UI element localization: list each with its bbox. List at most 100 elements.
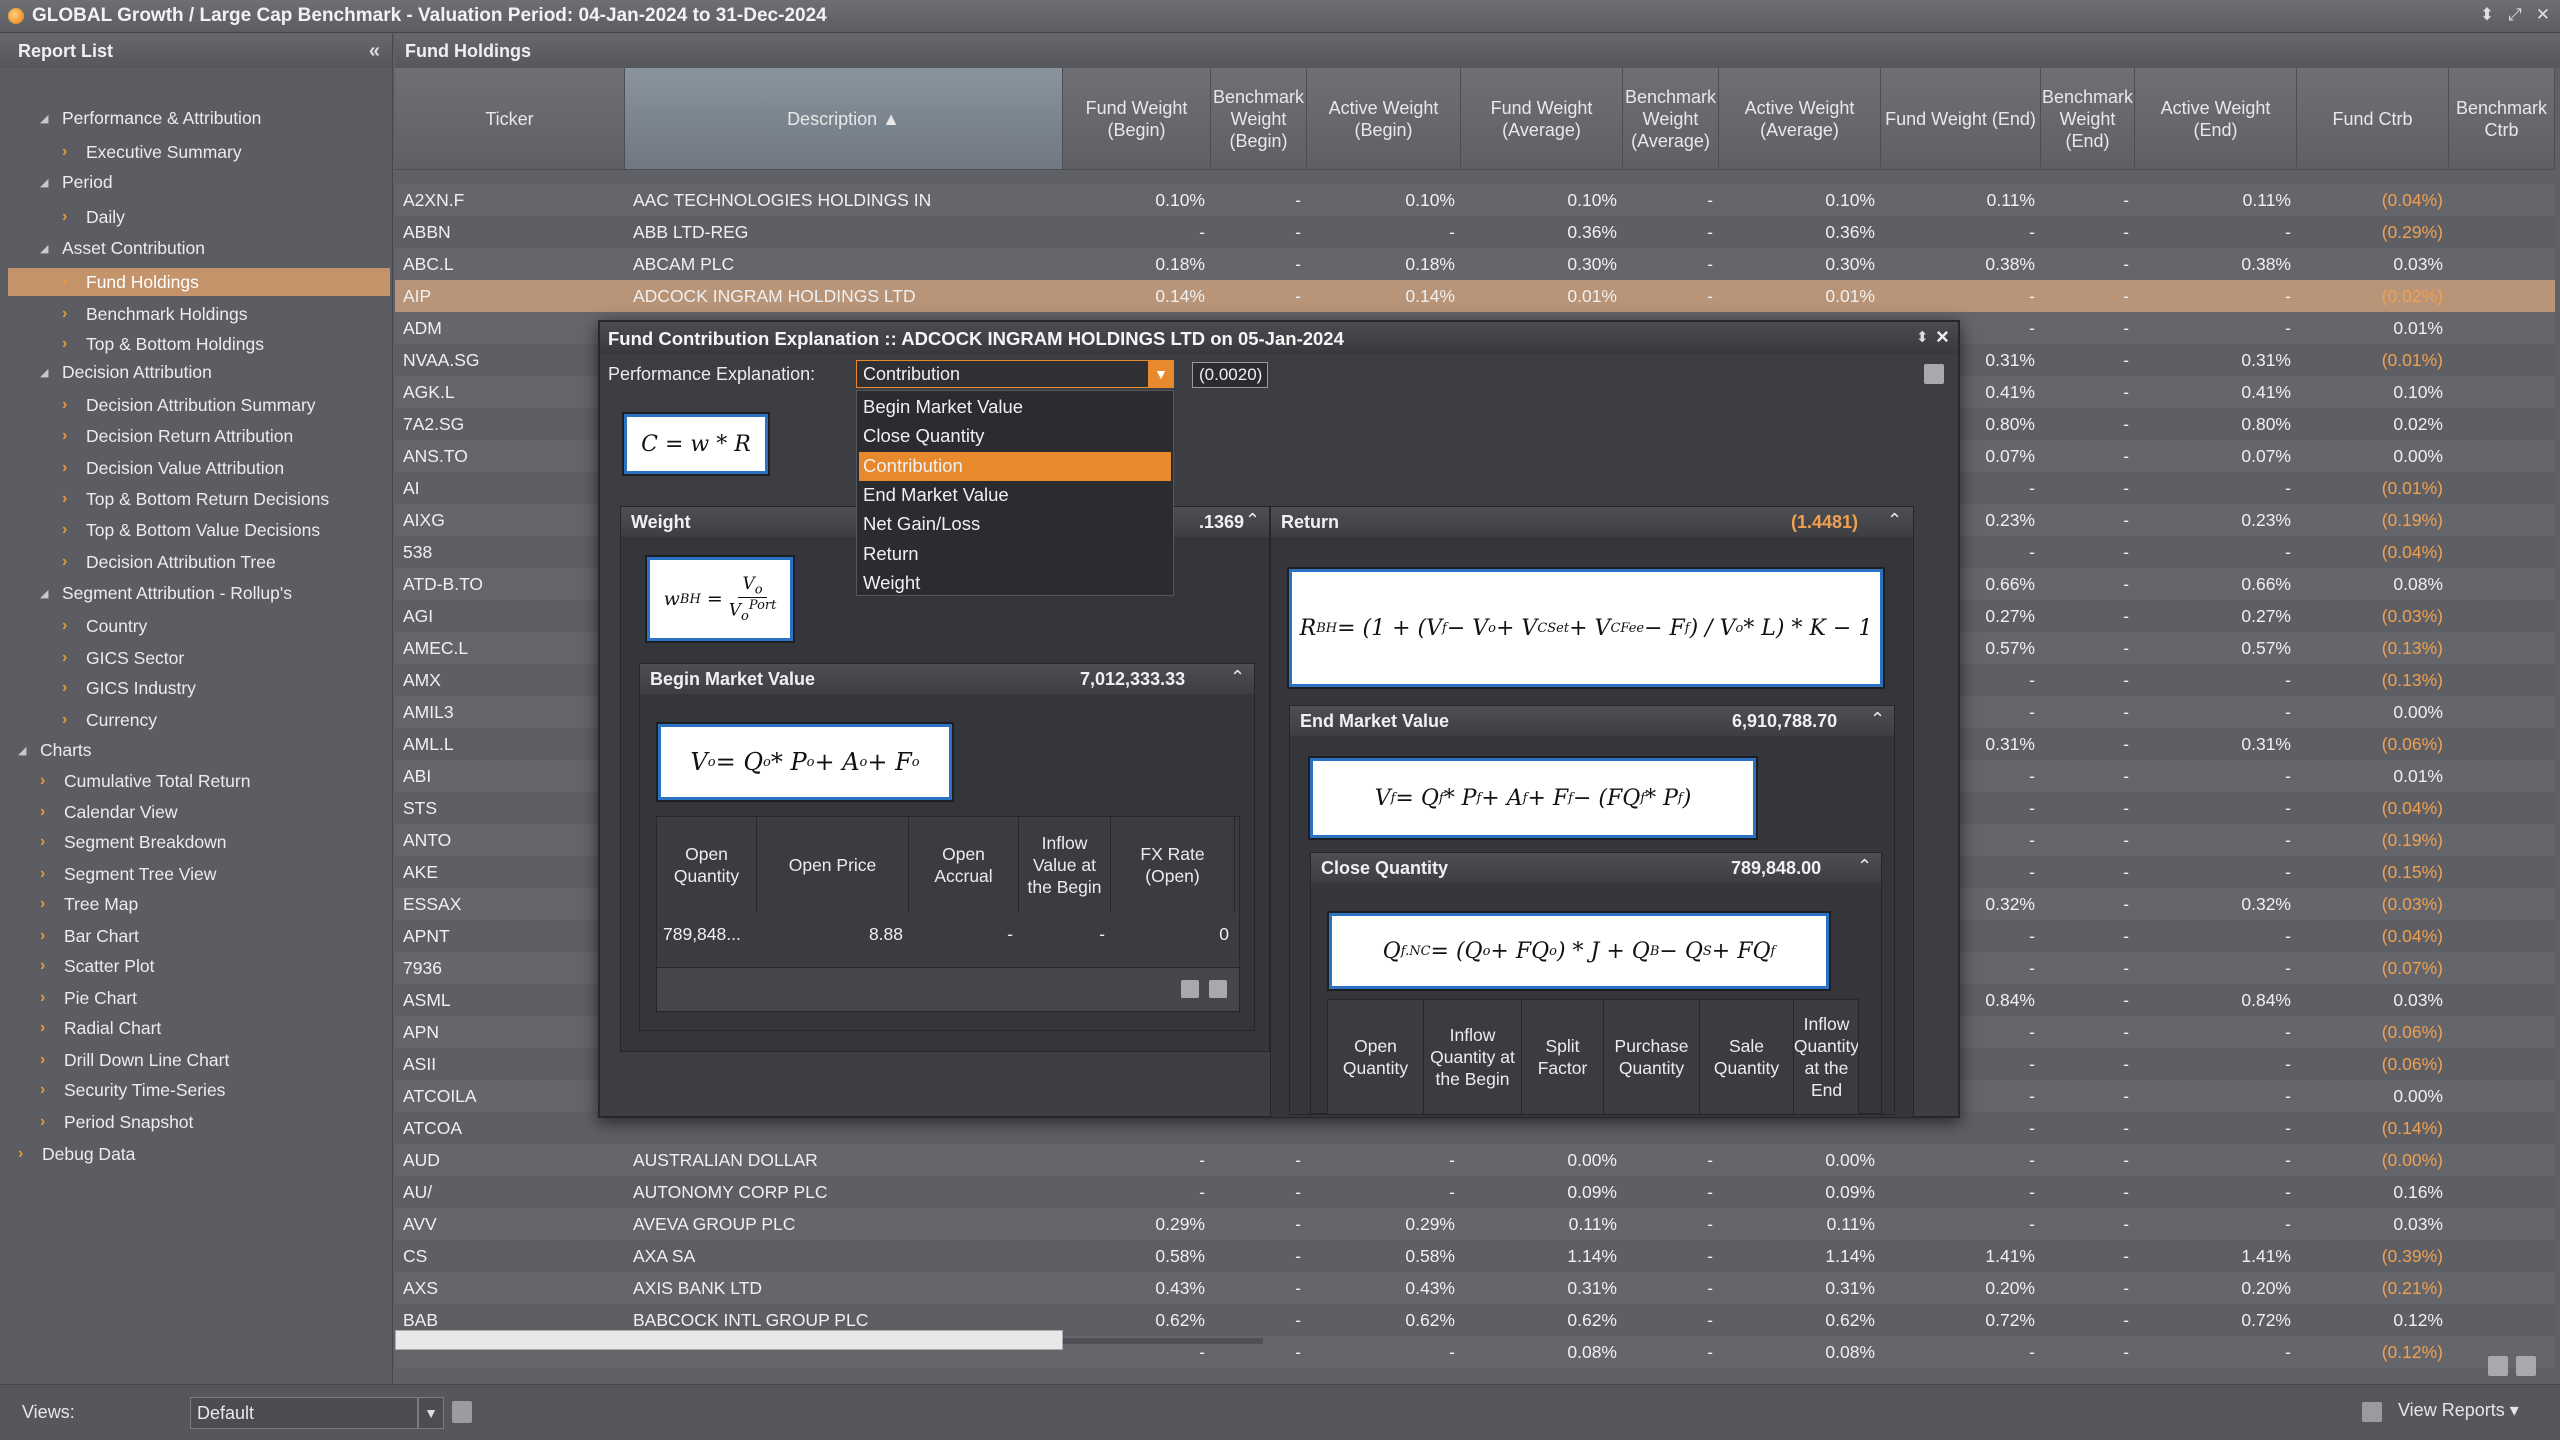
view-reports-button[interactable]: View Reports ▾ [2398,1400,2519,1421]
sidebar-item[interactable]: › Segment Breakdown [0,828,390,856]
column-header[interactable]: Active Weight (End) [2135,68,2297,170]
collapse-icon[interactable]: ⌃ [1857,856,1872,877]
collapse-icon[interactable]: ⌃ [1887,510,1902,531]
chevron-down-icon[interactable]: ▼ [418,1397,444,1429]
sidebar-item[interactable]: › Decision Value Attribution [0,454,390,482]
column-header[interactable]: FX Rate (Open) [1111,817,1235,913]
print-icon[interactable] [2516,1356,2536,1376]
sidebar-item[interactable]: › Top & Bottom Return Decisions [0,485,390,513]
export-icon[interactable] [2488,1356,2508,1376]
sidebar-item[interactable]: ◢ Charts [0,736,390,764]
column-header[interactable]: Open Quantity [657,817,757,913]
table-row[interactable]: ABC.L ABCAM PLC 0.18% - 0.18% 0.30% - 0.30% 0.38… [395,248,2555,280]
table-row[interactable]: AVV AVEVA GROUP PLC 0.29% - 0.29% 0.11% - 0.11%… [395,1208,2555,1240]
sidebar-item[interactable]: › Pie Chart [0,984,390,1012]
column-header[interactable]: Fund Ctrb [2297,68,2449,170]
expand-toggle-icon[interactable]: ◢ [40,587,54,600]
sidebar-item[interactable]: › Drill Down Line Chart [0,1046,390,1074]
column-header[interactable]: Purchase Quantity [1604,1000,1700,1114]
expand-toggle-icon[interactable]: ◢ [40,242,54,255]
expand-toggle-icon[interactable]: ◢ [18,744,32,757]
pin-icon[interactable]: ⬍ [2480,5,2494,25]
column-header[interactable]: Fund Weight (Begin) [1063,68,1211,170]
sidebar-item[interactable]: › Benchmark Holdings [0,300,390,328]
sidebar-item[interactable]: › Calendar View [0,798,390,826]
sidebar-item[interactable]: › Cumulative Total Return [0,767,390,795]
collapse-icon[interactable]: ⌃ [1245,510,1260,531]
column-header[interactable]: Split Factor [1522,1000,1604,1114]
scrollbar-track[interactable] [1063,1338,1263,1344]
column-header[interactable]: Benchmark Weight (End) [2041,68,2135,170]
column-header[interactable]: Active Weight (Begin) [1307,68,1461,170]
collapse-sidebar-icon[interactable]: « [369,40,380,63]
column-header[interactable]: Active Weight (Average) [1719,68,1881,170]
table-row[interactable]: AIP ADCOCK INGRAM HOLDINGS LTD 0.14% - 0.14%… [395,280,2555,312]
sidebar-item[interactable]: › Segment Tree View [0,860,390,888]
sidebar-item[interactable]: › Period Snapshot [0,1108,390,1136]
sidebar-item[interactable]: › Fund Holdings [8,268,390,296]
table-row[interactable]: A2XN.F AAC TECHNOLOGIES HOLDINGS IN 0.10% -… [395,184,2555,216]
column-header[interactable]: Inflow Quantity at the Begin [1424,1000,1522,1114]
sidebar-item[interactable]: › Daily [0,203,390,231]
column-header[interactable]: Open Accrual [909,817,1019,913]
dropdown-option[interactable]: Begin Market Value [859,393,1171,422]
column-header[interactable]: Fund Weight (End) [1881,68,2041,170]
column-header[interactable]: Open Quantity [1328,1000,1424,1114]
collapse-icon[interactable]: ⌃ [1230,667,1245,688]
sidebar-item[interactable]: › Country [0,612,390,640]
dropdown-option[interactable]: Close Quantity [859,422,1171,451]
dropdown-option[interactable]: Return [859,540,1171,569]
table-row[interactable]: AUD AUSTRALIAN DOLLAR - - - 0.00% - 0.00% - - - (0.… [395,1144,2555,1176]
column-header[interactable]: Sale Quantity [1700,1000,1794,1114]
sidebar-item[interactable]: › Currency [0,706,390,734]
expand-toggle-icon[interactable]: ◢ [40,176,54,189]
print-icon[interactable] [1209,980,1227,998]
table-row[interactable]: AU/AUTONOMY CORP PLC - - - 0.09% - 0.09% - - - 0.1… [395,1176,2555,1208]
column-header[interactable]: Inflow Quantity at the End [1794,1000,1858,1114]
save-view-icon[interactable] [452,1401,472,1423]
sidebar-item[interactable]: › Executive Summary [0,138,390,166]
views-select[interactable]: Default [190,1397,418,1429]
sidebar-item[interactable]: ◢ Decision Attribution [0,358,390,386]
column-header[interactable]: Description ▲ [625,68,1063,170]
dropdown-option[interactable]: Weight [859,569,1171,598]
sidebar-item[interactable]: › Scatter Plot [0,952,390,980]
column-header[interactable]: Fund Weight (Average) [1461,68,1623,170]
table-row[interactable]: CS AXA SA 0.58% - 0.58% 1.14% - 1.14% 1.41% - 1.41… [395,1240,2555,1272]
dropdown-option[interactable]: Contribution [859,451,1171,481]
sidebar-item[interactable]: › Radial Chart [0,1014,390,1042]
close-icon[interactable]: ✕ [2536,5,2550,25]
sidebar-item[interactable]: › GICS Industry [0,674,390,702]
reports-icon[interactable] [2362,1402,2382,1422]
sidebar-item[interactable]: ◢ Asset Contribution [0,234,390,262]
sidebar-item[interactable]: › Top & Bottom Holdings [0,330,390,358]
sidebar-item[interactable]: › Top & Bottom Value Decisions [0,516,390,544]
pin-icon[interactable]: ⬍ [1916,328,1929,346]
column-header[interactable]: Open Price [757,817,909,913]
expand-toggle-icon[interactable]: ◢ [40,366,54,379]
sidebar-item[interactable]: › Decision Attribution Summary [0,391,390,419]
performance-explanation-select[interactable]: Contribution [856,360,1156,388]
dropdown-option[interactable]: End Market Value [859,481,1171,510]
close-icon[interactable]: × [1936,324,1949,350]
export-icon[interactable] [1181,980,1199,998]
chevron-down-icon[interactable]: ▼ [1148,360,1174,388]
collapse-icon[interactable]: ⌃ [1870,709,1885,730]
sidebar-item[interactable]: › Security Time-Series [0,1076,390,1104]
table-row[interactable]: AXS AXIS BANK LTD 0.43% - 0.43% 0.31% - 0.31% 0.… [395,1272,2555,1304]
export-icon[interactable] [1924,364,1944,384]
maximize-icon[interactable]: ⤢ [2508,5,2522,25]
column-header[interactable]: Benchmark Weight (Begin) [1211,68,1307,170]
sidebar-item[interactable]: › Decision Attribution Tree [0,548,390,576]
sidebar-item[interactable]: › Decision Return Attribution [0,422,390,450]
table-row[interactable]: ABBN ABB LTD-REG - - - 0.36% - 0.36% - - - (0.29%) [395,216,2555,248]
column-header[interactable]: Benchmark Weight (Average) [1623,68,1719,170]
dropdown-option[interactable]: Net Gain/Loss [859,510,1171,539]
column-header[interactable]: Inflow Value at the Begin [1019,817,1111,913]
column-header[interactable]: Ticker [395,68,625,170]
horizontal-scrollbar[interactable] [395,1330,1063,1350]
sidebar-item[interactable]: ◢ Period [0,168,390,196]
sidebar-item[interactable]: › Bar Chart [0,922,390,950]
sidebar-item[interactable]: › GICS Sector [0,644,390,672]
column-header[interactable]: Benchmark Ctrb [2449,68,2555,170]
